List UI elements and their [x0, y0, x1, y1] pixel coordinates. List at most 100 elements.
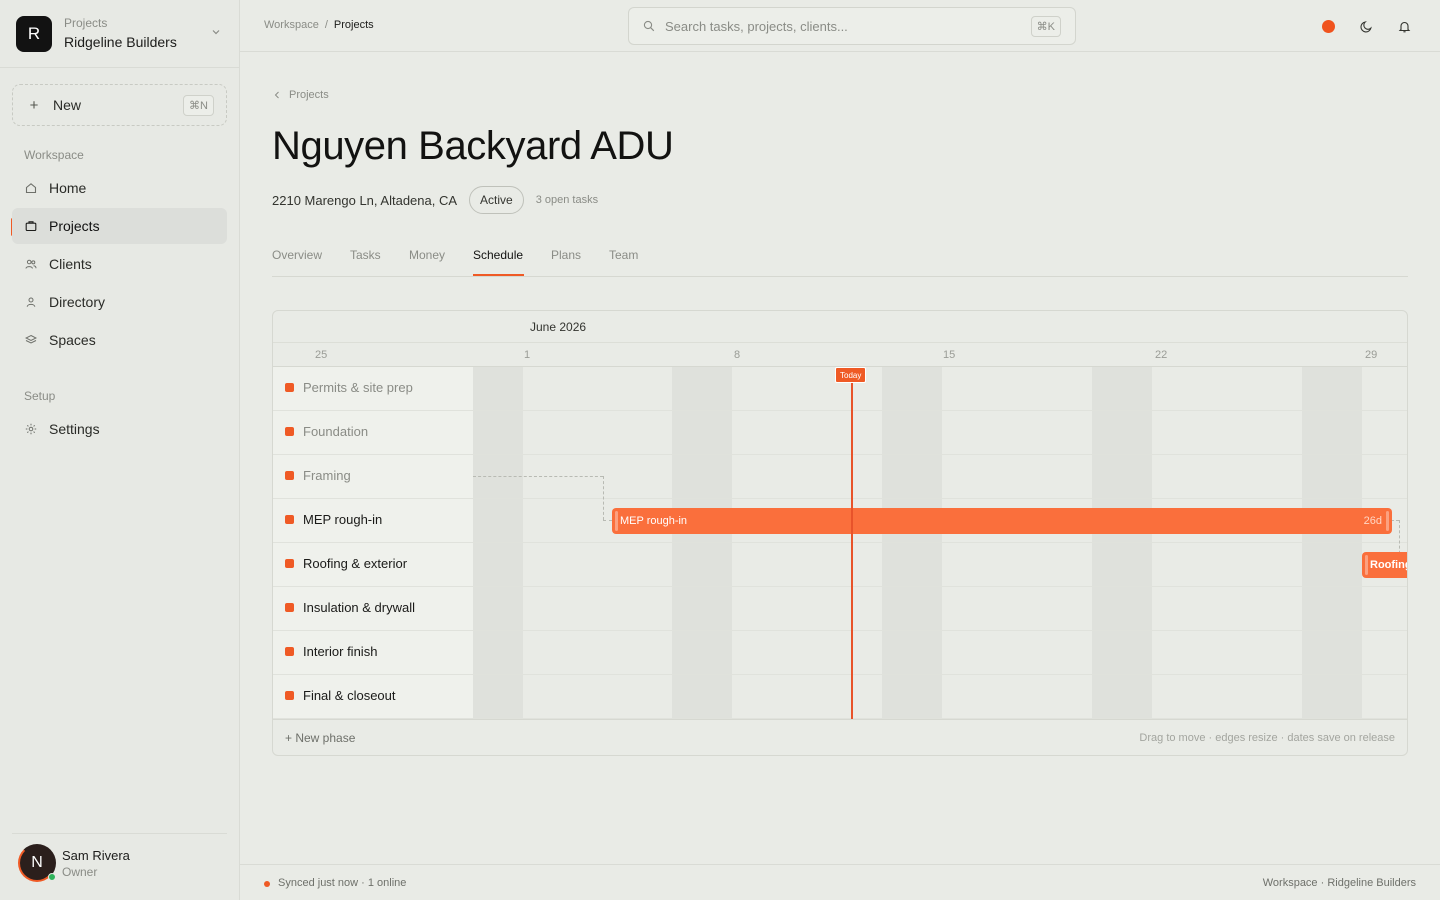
tab-overview[interactable]: Overview — [272, 248, 322, 262]
divider — [273, 342, 1407, 343]
sidebar-item-label: Projects — [49, 218, 100, 234]
briefcase-icon — [24, 219, 38, 233]
sidebar-item-label: Clients — [49, 256, 92, 272]
day-label: 25 — [315, 349, 328, 361]
user-menu[interactable]: N Sam Rivera Owner — [18, 843, 130, 883]
gantt-footer: + New phase Drag to move · edges resize … — [273, 719, 1407, 755]
new-shortcut-hint: ⌘N — [183, 95, 214, 116]
divider — [0, 67, 239, 68]
resize-handle-start[interactable] — [1365, 555, 1368, 575]
divider — [12, 833, 227, 834]
back-to-projects-link[interactable]: Projects — [274, 89, 329, 101]
phase-name: Foundation — [303, 424, 369, 439]
record-indicator-button[interactable] — [1320, 18, 1336, 34]
topbar: Workspace / Projects Search tasks, proje… — [240, 0, 1440, 52]
phase-name: Permits & site prep — [303, 380, 413, 395]
tab-plans[interactable]: Plans — [551, 248, 581, 262]
search-input[interactable]: Search tasks, projects, clients... ⌘K — [628, 7, 1076, 45]
sidebar-item-clients[interactable]: Clients — [12, 246, 227, 282]
gantt-bar-label: MEP rough-in — [620, 515, 688, 527]
gear-icon — [24, 422, 38, 436]
chevron-down-icon — [212, 30, 220, 35]
avatar: N — [18, 844, 56, 882]
tab-money[interactable]: Money — [409, 248, 445, 262]
dependency-connector — [603, 476, 604, 520]
phase-label[interactable]: MEP rough-in — [285, 512, 382, 527]
open-tasks-count: 3 open tasks — [535, 194, 599, 206]
avatar-initial: N — [31, 854, 43, 871]
chevron-left-icon — [274, 91, 279, 99]
status-badge[interactable]: Active — [469, 186, 524, 214]
sidebar-item-spaces[interactable]: Spaces — [12, 322, 227, 358]
tab-schedule[interactable]: Schedule — [473, 248, 523, 262]
phase-name: Final & closeout — [303, 688, 396, 703]
org-kicker: Projects — [64, 16, 108, 30]
sidebar-item-directory[interactable]: Directory — [12, 284, 227, 320]
day-label: 15 — [943, 349, 956, 361]
gantt-bar-mep-rough-in[interactable]: MEP rough-in 26d — [612, 508, 1392, 534]
project-address: 2210 Marengo Ln, Altadena, CA — [272, 192, 458, 208]
today-line — [851, 367, 853, 719]
new-button-label: New — [53, 97, 82, 113]
section-label-setup: Setup — [24, 389, 56, 403]
sidebar-item-home[interactable]: Home — [12, 170, 227, 206]
search-placeholder: Search tasks, projects, clients... — [665, 18, 848, 34]
user-name: Sam Rivera — [62, 847, 130, 863]
resize-handle-end[interactable] — [1386, 511, 1389, 531]
phase-label[interactable]: Final & closeout — [285, 688, 396, 703]
sidebar-item-label: Spaces — [49, 332, 96, 348]
phase-label[interactable]: Insulation & drywall — [285, 600, 415, 615]
tab-tasks[interactable]: Tasks — [350, 248, 381, 262]
section-label-workspace: Workspace — [24, 148, 84, 162]
phase-name: Insulation & drywall — [303, 600, 415, 615]
sidebar-item-projects[interactable]: Projects — [12, 208, 227, 244]
phase-label[interactable]: Roofing & exterior — [285, 556, 407, 571]
theme-toggle-button[interactable] — [1358, 18, 1374, 34]
org-switcher[interactable]: R Projects Ridgeline Builders — [16, 14, 224, 54]
resize-handle-start[interactable] — [615, 511, 618, 531]
moon-icon — [1359, 20, 1372, 32]
phase-name: Roofing & exterior — [303, 556, 408, 571]
phase-color-swatch — [285, 383, 294, 392]
org-name: Ridgeline Builders — [64, 34, 177, 50]
today-marker: Today — [835, 367, 867, 383]
phase-name: MEP rough-in — [303, 512, 383, 527]
page-title: Nguyen Backyard ADU — [272, 124, 674, 168]
phase-label[interactable]: Foundation — [285, 424, 368, 439]
gantt-bar-roofing[interactable]: Roofing — [1362, 552, 1407, 578]
project-tabs: Overview Tasks Money Schedule Plans Team — [272, 240, 1408, 277]
record-dot-icon — [1321, 19, 1335, 33]
phase-row: Insulation & drywall — [273, 587, 1407, 631]
breadcrumb-item-workspace[interactable]: Workspace — [264, 19, 319, 31]
gantt-bar-duration: 26d — [1363, 515, 1382, 527]
phase-label[interactable]: Framing — [285, 468, 351, 483]
day-label: 8 — [734, 349, 741, 361]
phase-color-swatch — [285, 647, 294, 656]
workspace-label: Workspace · Ridgeline Builders — [1262, 877, 1416, 889]
schedule-gantt: June 2026 25 1 8 15 22 29 Permits & site… — [272, 310, 1408, 756]
project-meta: 2210 Marengo Ln, Altadena, CA Active 3 o… — [272, 186, 598, 214]
new-phase-button[interactable]: + New phase — [285, 731, 355, 745]
breadcrumb-item-projects[interactable]: Projects — [334, 19, 374, 31]
phase-label[interactable]: Interior finish — [285, 644, 377, 659]
layers-icon — [24, 333, 38, 347]
phase-color-swatch — [285, 471, 294, 480]
dependency-connector — [603, 520, 612, 521]
month-label: June 2026 — [530, 320, 587, 334]
phase-color-swatch — [285, 691, 294, 700]
phase-color-swatch — [285, 603, 294, 612]
dependency-connector — [1391, 520, 1399, 521]
plus-icon: + — [29, 96, 39, 114]
day-label: 29 — [1365, 349, 1378, 361]
online-status-dot — [48, 873, 56, 881]
active-tab-indicator — [473, 274, 524, 276]
tab-team[interactable]: Team — [609, 248, 638, 262]
sidebar-item-settings[interactable]: Settings — [12, 411, 227, 447]
notifications-button[interactable] — [1396, 18, 1412, 34]
new-button[interactable]: + New ⌘N — [12, 84, 227, 126]
phase-label[interactable]: Permits & site prep — [285, 380, 413, 395]
day-label: 22 — [1155, 349, 1168, 361]
search-shortcut-hint: ⌘K — [1030, 16, 1061, 37]
phase-row: Interior finish — [273, 631, 1407, 675]
org-logo: R — [16, 16, 52, 52]
